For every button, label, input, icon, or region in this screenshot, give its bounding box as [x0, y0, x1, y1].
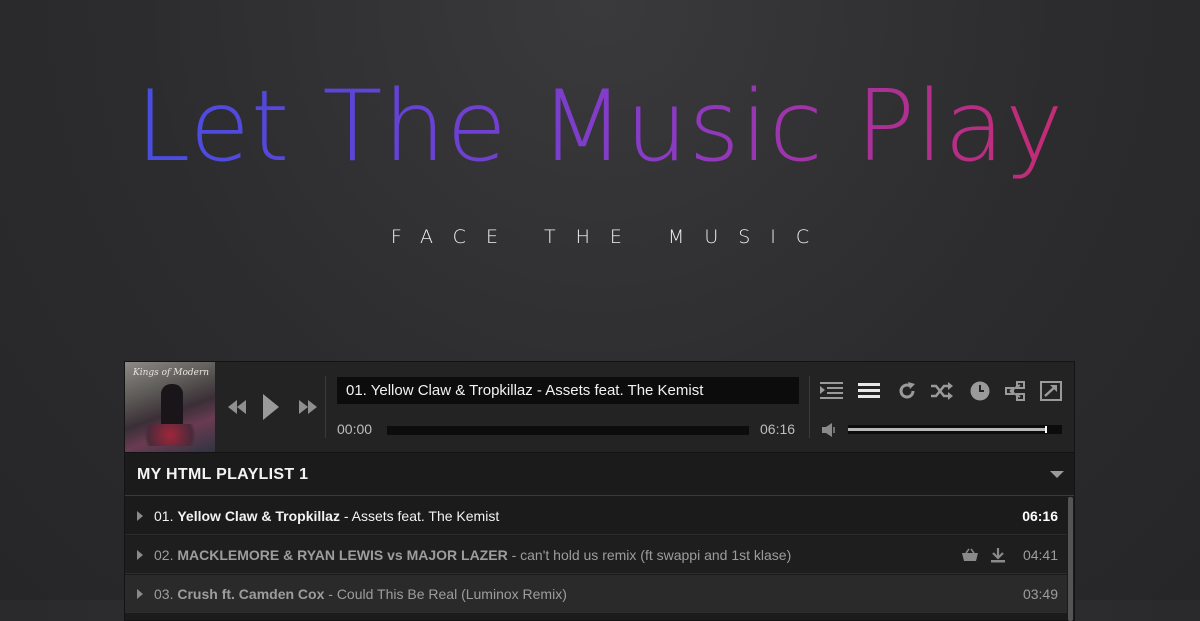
track-artist: Yellow Claw & Tropkillaz	[177, 508, 340, 524]
rewind-icon	[228, 400, 246, 414]
play-track-icon	[137, 550, 143, 560]
play-track-icon	[137, 511, 143, 521]
hero-title: Let The Music Play	[0, 72, 1200, 182]
playlist-track[interactable]: 01. Yellow Claw & Tropkillaz - Assets fe…	[125, 497, 1067, 535]
share-button[interactable]	[1002, 378, 1028, 404]
volume-slider-knob[interactable]	[1044, 426, 1047, 433]
sleep-timer-button[interactable]	[967, 378, 993, 404]
volume-icon	[822, 423, 835, 437]
play-button[interactable]	[258, 362, 284, 452]
repeat-icon	[899, 382, 915, 399]
repeat-button[interactable]	[894, 378, 920, 404]
track-duration: 03:49	[1022, 586, 1058, 602]
external-window-icon	[1040, 381, 1062, 401]
track-text: 01. Yellow Claw & Tropkillaz - Assets fe…	[154, 508, 500, 524]
basket-icon	[962, 548, 978, 561]
seek-bar[interactable]	[387, 426, 749, 435]
volume-slider-fill	[848, 428, 1045, 431]
play-track-icon	[137, 589, 143, 599]
divider	[809, 376, 810, 438]
clock-icon	[970, 381, 990, 401]
mute-button[interactable]	[817, 417, 843, 443]
shuffle-icon	[931, 382, 953, 400]
player-controls-bar: Kings of Modern 01. Yellow Claw & Tropki…	[125, 362, 1074, 453]
popup-button[interactable]	[1038, 378, 1064, 404]
playlist-track[interactable]: 03. Crush ft. Camden Cox - Could This Be…	[125, 575, 1067, 613]
indent-list-icon	[820, 382, 843, 399]
music-player: Kings of Modern 01. Yellow Claw & Tropki…	[124, 361, 1075, 621]
album-cover: Kings of Modern	[125, 362, 215, 452]
album-cover-text: Kings of Modern	[133, 368, 210, 378]
buy-button[interactable]	[961, 536, 979, 574]
track-title: - can't hold us remix (ft swappi and 1st…	[507, 547, 792, 563]
track-text: 03. Crush ft. Camden Cox - Could This Be…	[154, 586, 567, 602]
track-duration: 06:16	[1022, 508, 1058, 524]
shuffle-button[interactable]	[929, 378, 955, 404]
playlist-button[interactable]	[856, 378, 882, 404]
track-text: 02. MACKLEMORE & RYAN LEWIS vs MAJOR LAZ…	[154, 547, 792, 563]
share-icon	[1005, 381, 1025, 401]
list-icon	[858, 383, 880, 398]
volume-slider[interactable]	[848, 425, 1062, 434]
queue-button[interactable]	[818, 378, 844, 404]
fast-forward-icon	[299, 400, 317, 414]
download-button[interactable]	[990, 536, 1006, 574]
playlist-name: MY HTML PLAYLIST 1	[137, 466, 309, 483]
rewind-button[interactable]	[225, 362, 249, 452]
track-artist: MACKLEMORE & RYAN LEWIS vs MAJOR LAZER	[177, 547, 508, 563]
playlist-track[interactable]: 02. MACKLEMORE & RYAN LEWIS vs MAJOR LAZ…	[125, 536, 1067, 574]
divider	[325, 376, 326, 438]
playlist-scrollbar[interactable]	[1068, 497, 1073, 621]
play-icon	[263, 394, 279, 420]
track-duration: 04:41	[1022, 547, 1058, 563]
current-time: 00:00	[337, 421, 373, 437]
fast-forward-button[interactable]	[296, 362, 320, 452]
track-title: - Assets feat. The Kemist	[339, 508, 500, 524]
playlist-header: MY HTML PLAYLIST 1	[125, 453, 1074, 496]
total-time: 06:16	[760, 421, 796, 437]
playlist-dropdown-icon[interactable]	[1050, 471, 1064, 478]
hero-subtitle: FACE THE MUSIC	[390, 226, 830, 248]
now-playing-title: 01. Yellow Claw & Tropkillaz - Assets fe…	[337, 377, 799, 404]
download-icon	[991, 548, 1005, 563]
